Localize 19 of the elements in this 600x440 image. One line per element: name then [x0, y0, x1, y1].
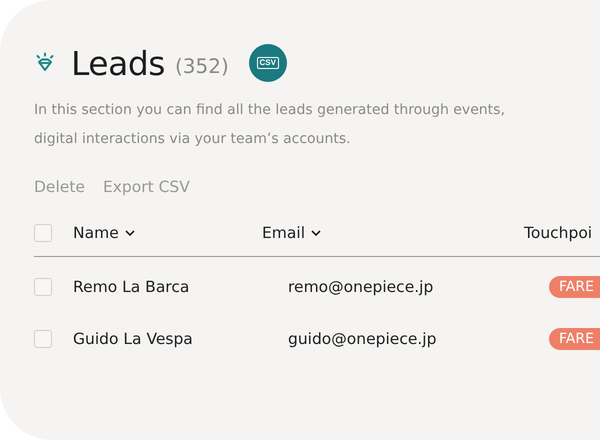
checkbox[interactable] — [34, 224, 52, 242]
csv-button[interactable]: CSV — [248, 44, 287, 82]
diamond-icon — [34, 52, 56, 74]
name-cell-text: Remo La Barca — [73, 278, 190, 296]
email-cell-text: guido@onepiece.jp — [288, 330, 438, 348]
touchpoint-tag: FARE — [549, 276, 600, 298]
checkbox[interactable] — [34, 330, 52, 348]
page-title: Leads — [71, 44, 165, 82]
email-cell-text: remo@onepiece.jp — [288, 278, 434, 296]
name-cell-text: Guido La Vespa — [73, 330, 194, 348]
chevron-down-icon — [311, 230, 322, 236]
column-header[interactable]: Name — [73, 224, 262, 242]
checkbox[interactable] — [34, 278, 52, 296]
touchpoint-tag: FARE — [549, 328, 600, 350]
chevron-down-icon — [124, 230, 135, 236]
column-header[interactable]: Email — [262, 224, 524, 242]
lead-count: (352) — [174, 54, 229, 78]
column-header[interactable]: Touchpoi — [524, 224, 592, 242]
section-description: In this section you can find all the leads generated through events, digital interactions via your team’s accounts. — [34, 101, 506, 149]
